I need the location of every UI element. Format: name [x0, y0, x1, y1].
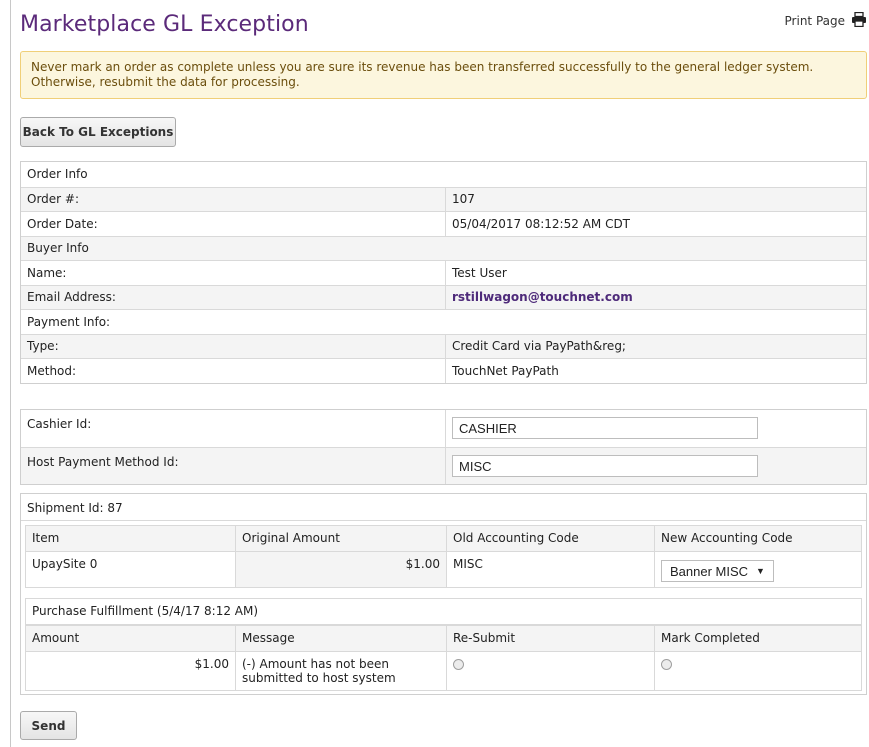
order-info-section-row: Order Info: [21, 162, 866, 187]
host-payment-method-row: Host Payment Method Id: MISC: [21, 447, 866, 484]
back-to-gl-exceptions-button[interactable]: Back To GL Exceptions: [20, 117, 176, 147]
fulfillment-caption-table: Purchase Fulfillment (5/4/17 8:12 AM): [25, 598, 862, 625]
cashier-fields-panel: Cashier Id: CASHIER Host Payment Method …: [20, 409, 867, 485]
mark-completed-cell: [654, 651, 862, 691]
buyer-email-row: Email Address: rstillwagon@touchnet.com: [21, 284, 866, 309]
column-header-message: Message: [235, 625, 447, 652]
new-accounting-code-selected: Banner MISC: [670, 563, 749, 579]
original-amount-cell: $1.00: [235, 551, 447, 588]
old-accounting-code-cell: MISC: [446, 551, 655, 588]
payment-method-label: Method:: [21, 359, 446, 383]
fulfillment-amount-cell: $1.00: [25, 651, 236, 691]
page-title: Marketplace GL Exception: [20, 12, 309, 37]
resubmit-radio[interactable]: [453, 659, 464, 670]
buyer-name-value: Test User: [452, 265, 507, 280]
page-border: [10, 0, 11, 747]
printer-icon: [851, 11, 867, 30]
fulfillment-message-cell: (-) Amount has not been submitted to hos…: [235, 651, 447, 691]
payment-type-value: Credit Card via PayPath&reg;: [452, 339, 626, 354]
column-header-item: Item: [25, 525, 236, 552]
buyer-email-link[interactable]: rstillwagon@touchnet.com: [446, 290, 633, 304]
print-page-link[interactable]: Print Page: [784, 11, 867, 30]
cashier-id-label: Cashier Id:: [21, 410, 446, 447]
shipment-items-table: Item Original Amount Old Accounting Code…: [25, 525, 862, 588]
payment-info-section-row: Payment Info:: [21, 309, 866, 334]
payment-type-label: Type:: [21, 334, 446, 358]
new-accounting-code-select[interactable]: Banner MISC ▼: [661, 560, 774, 582]
fulfillment-title: Purchase Fulfillment (5/4/17 8:12 AM): [25, 598, 862, 625]
column-header-new-accounting-code: New Accounting Code: [654, 525, 862, 552]
host-payment-method-input[interactable]: MISC: [452, 455, 758, 477]
chevron-down-icon: ▼: [756, 566, 765, 576]
fulfillment-table: Amount Message Re-Submit Mark Completed …: [25, 625, 862, 691]
order-date-value: 05/04/2017 08:12:52 AM CDT: [452, 216, 631, 231]
new-accounting-code-cell: Banner MISC ▼: [654, 551, 862, 588]
warning-alert-text: Never mark an order as complete unless y…: [31, 60, 814, 89]
shipment-header-row: Item Original Amount Old Accounting Code…: [25, 525, 862, 552]
cashier-id-input[interactable]: CASHIER: [452, 417, 758, 439]
host-payment-method-label: Host Payment Method Id:: [21, 448, 446, 484]
buyer-name-row: Name: Test User: [21, 260, 866, 285]
order-number-label: Order #:: [21, 187, 446, 211]
column-header-mark-completed: Mark Completed: [654, 625, 862, 652]
order-number-row: Order #: 107: [21, 186, 866, 211]
payment-method-value: TouchNet PayPath: [452, 363, 559, 378]
payment-method-row: Method: TouchNet PayPath: [21, 358, 866, 383]
payment-info-heading: Payment Info:: [27, 314, 111, 329]
column-header-old-accounting-code: Old Accounting Code: [446, 525, 655, 552]
order-info-panel: Order Info Order #: 107 Order Date: 05/0…: [20, 161, 867, 384]
send-button[interactable]: Send: [20, 711, 77, 740]
column-header-amount: Amount: [25, 625, 236, 652]
table-row: $1.00 (-) Amount has not been submitted …: [25, 651, 862, 691]
buyer-info-heading: Buyer Info: [27, 241, 89, 256]
table-row: UpaySite 0 $1.00 MISC Banner MISC ▼: [25, 551, 862, 588]
order-date-label: Order Date:: [21, 212, 446, 236]
mark-completed-radio[interactable]: [661, 659, 672, 670]
payment-type-row: Type: Credit Card via PayPath&reg;: [21, 333, 866, 358]
shipment-panel: Shipment Id: 87 Item Original Amount Old…: [20, 493, 867, 695]
item-cell: UpaySite 0: [25, 551, 236, 588]
cashier-id-row: Cashier Id: CASHIER: [21, 410, 866, 447]
print-page-label: Print Page: [784, 14, 845, 28]
resubmit-cell: [446, 651, 655, 691]
buyer-info-section-row: Buyer Info: [21, 235, 866, 260]
order-info-heading: Order Info: [27, 167, 88, 182]
warning-alert: Never mark an order as complete unless y…: [20, 51, 867, 99]
buyer-email-label: Email Address:: [21, 285, 446, 309]
fulfillment-header-row: Amount Message Re-Submit Mark Completed: [25, 625, 862, 652]
order-number-value: 107: [452, 192, 475, 207]
order-date-row: Order Date: 05/04/2017 08:12:52 AM CDT: [21, 211, 866, 236]
column-header-original-amount: Original Amount: [235, 525, 447, 552]
column-header-resubmit: Re-Submit: [446, 625, 655, 652]
shipment-title: Shipment Id: 87: [21, 494, 866, 521]
buyer-name-label: Name:: [21, 261, 446, 285]
